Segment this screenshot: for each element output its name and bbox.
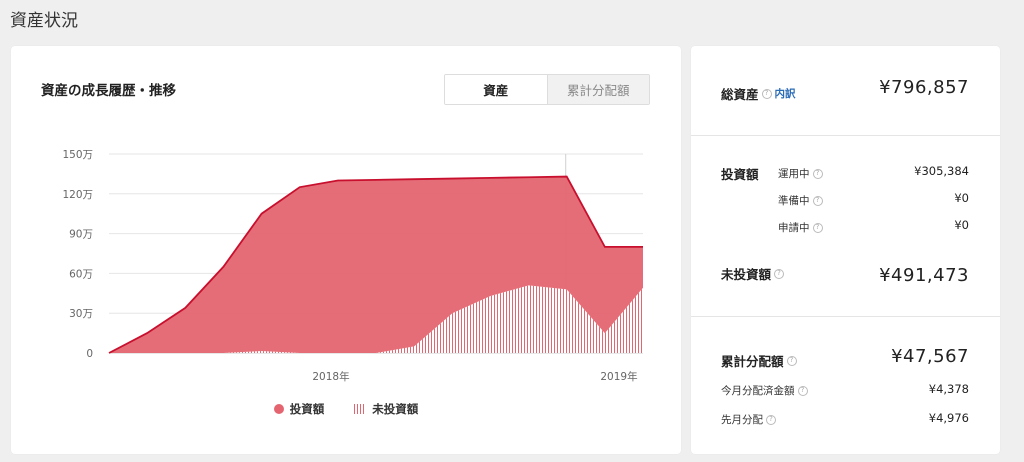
divider <box>691 135 1000 136</box>
row-label-text: 申請中 <box>778 222 810 234</box>
help-icon[interactable]: ? <box>786 355 797 366</box>
uninvested-value: ¥491,473 <box>879 265 969 286</box>
legend-label: 未投資額 <box>372 402 419 416</box>
x-tick-label: 2019年 <box>600 370 637 383</box>
investment-row-value: ¥0 <box>954 191 969 205</box>
investment-row-label: 準備中 ? <box>778 193 823 208</box>
chart-legend: 投資額 未投資額 <box>11 401 681 417</box>
investment-row-label: 運用中 ? <box>778 166 823 181</box>
help-icon[interactable]: ? <box>774 268 785 279</box>
y-tick-label: 150万 <box>62 149 93 161</box>
page-title: 資産状況 <box>10 11 78 31</box>
legend-item-invested[interactable]: 投資額 <box>273 401 325 417</box>
cumulative-row-value: ¥4,976 <box>928 411 969 425</box>
cumulative-value: ¥47,567 <box>891 346 969 367</box>
cumulative-row-label: 先月分配 ? <box>721 412 776 427</box>
help-icon[interactable]: ? <box>812 168 823 179</box>
cumulative-row-value: ¥4,378 <box>928 382 969 396</box>
total-assets-label: 総資産 <box>721 87 759 102</box>
help-icon[interactable]: ? <box>812 195 823 206</box>
uninvested-label: 未投資額 <box>721 267 772 282</box>
help-icon[interactable]: ? <box>812 222 823 233</box>
x-tick-label: 2018年 <box>312 370 349 383</box>
total-assets-label-group: 総資産 ? 内訳 <box>721 84 796 103</box>
y-tick-label: 120万 <box>62 189 93 201</box>
legend-item-uninvested[interactable]: 未投資額 <box>354 401 418 417</box>
summary-card: 総資産 ? 内訳 ¥796,857 投資額 運用中 ? ¥305,384 準備中… <box>691 46 1000 454</box>
investment-label: 投資額 <box>721 167 759 182</box>
row-label-text: 運用中 <box>778 168 810 180</box>
help-icon[interactable]: ? <box>797 385 808 396</box>
y-tick-label: 90万 <box>69 229 93 241</box>
cumulative-label-group: 累計分配額 ? <box>721 351 797 370</box>
breakdown-link[interactable]: 内訳 <box>775 86 796 101</box>
y-tick-label: 30万 <box>69 308 93 320</box>
legend-hatch-icon <box>354 404 367 414</box>
cumulative-row-label: 今月分配済金額 ? <box>721 383 808 398</box>
chart-card: 資産の成長履歴・推移 資産 累計分配額 0 30万 60万 90万 120万 150万 2… <box>11 46 681 454</box>
row-label-text: 今月分配済金額 <box>721 385 795 397</box>
uninvested-label-group: 未投資額 ? <box>721 264 785 283</box>
row-label-text: 先月分配 <box>721 414 763 426</box>
legend-label: 投資額 <box>289 402 325 416</box>
legend-dot-icon <box>273 404 284 414</box>
asset-chart: 0 30万 60万 90万 120万 150万 2018年 2019年 <box>62 149 643 383</box>
investment-row-value: ¥0 <box>954 218 969 232</box>
y-tick-label: 0 <box>86 348 93 360</box>
row-label-text: 準備中 <box>778 195 810 207</box>
cumulative-label: 累計分配額 <box>721 354 784 369</box>
investment-row-label: 申請中 ? <box>778 220 823 235</box>
divider <box>691 316 1000 317</box>
total-assets-value: ¥796,857 <box>879 77 969 98</box>
y-tick-label: 60万 <box>69 268 93 280</box>
help-icon[interactable]: ? <box>761 88 772 99</box>
help-icon[interactable]: ? <box>766 414 776 425</box>
investment-row-value: ¥305,384 <box>914 164 969 178</box>
